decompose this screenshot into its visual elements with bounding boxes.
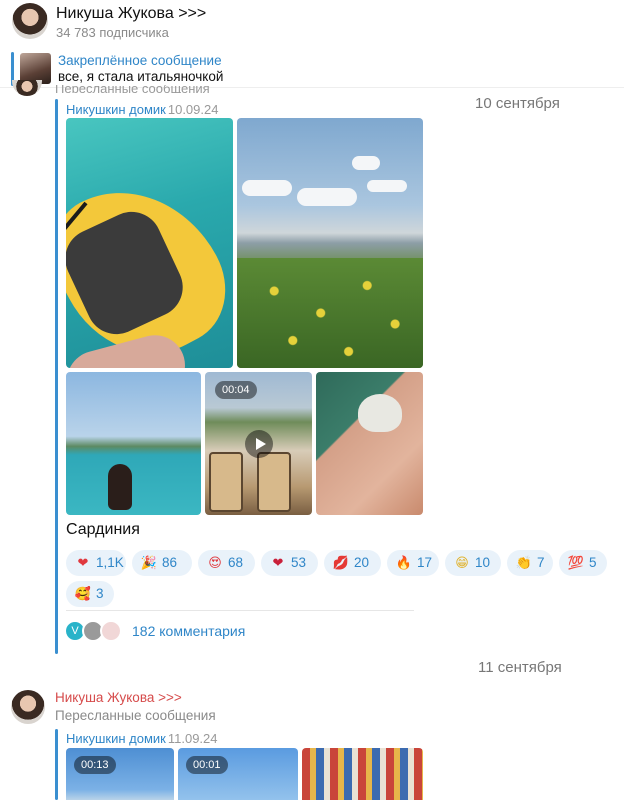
photo-beach[interactable] [66,372,201,515]
comments-link[interactable]: 182 комментария [132,623,245,639]
date-separator: 11 сентября [478,659,562,676]
cloud [297,188,357,206]
reaction-fire[interactable]: 🔥 17 [387,550,439,576]
reaction-heart-eyes[interactable]: 😍 68 [198,550,255,576]
forwarded-from[interactable]: Никушкин домик 11.09.24 [66,731,218,746]
pinned-message-bar[interactable]: Закреплённое сообщение все, я стала итал… [0,48,624,88]
bag [358,394,402,432]
reaction-count: 3 [96,586,104,601]
forward-quote-bar [55,99,58,654]
chair [257,452,291,512]
heart-icon: ❤ [77,556,89,571]
reaction-count: 7 [537,555,545,570]
video-thumbnail[interactable]: 00:13 [66,748,174,800]
reaction-party[interactable]: 🎉 86 [132,550,192,576]
hundred-points-icon: 💯 [567,556,585,571]
video-duration-badge: 00:13 [74,756,116,774]
reaction-count: 53 [291,555,307,570]
reaction-grin[interactable]: 😁 10 [445,550,501,576]
clapping-hands-icon: 👏 [515,556,533,571]
sender-avatar[interactable] [11,690,45,724]
video-cafe[interactable]: 00:04 [205,372,312,515]
subscriber-count: 34 783 подписчика [56,25,169,40]
flower-bushes [237,258,423,368]
forwarded-channel-name[interactable]: Никушкин домик [66,102,166,117]
reaction-count: 10 [475,555,491,570]
fire-icon: 🔥 [395,556,413,571]
chat-header[interactable]: Никуша Жукова >>> 34 783 подписчика [0,0,624,44]
play-icon[interactable] [245,430,273,458]
video-duration-badge: 00:04 [215,381,257,399]
kiss-mark-icon: 💋 [332,556,350,571]
smiling-face-hearts-icon: 🥰 [74,587,92,602]
cloud [352,156,380,170]
pinned-text: все, я стала итальяночкой [58,69,224,84]
reaction-count: 20 [354,555,370,570]
reaction-count: 86 [162,555,178,570]
photo-towel[interactable] [316,372,423,515]
reaction-kiss[interactable]: 💋 20 [324,550,381,576]
photo-paddleboard[interactable] [66,118,233,368]
photo-marina[interactable] [237,118,423,368]
post-caption: Сардиния [66,521,140,538]
forwarded-date: 10.09.24 [167,102,219,117]
cloud [242,180,292,196]
reaction-smiling-hearts[interactable]: 🥰 3 [66,581,114,607]
reaction-heart-fire[interactable]: ❤ 53 [261,550,318,576]
chair [209,452,243,512]
reaction-count: 1,1K [96,555,124,570]
reaction-hundred[interactable]: 💯 5 [559,550,607,576]
commenter-avatar [100,620,122,642]
date-separator: 10 сентября [475,95,560,112]
reaction-clap[interactable]: 👏 7 [507,550,553,576]
channel-title[interactable]: Никуша Жукова >>> [56,5,206,23]
cloud [367,180,407,192]
comments-divider [66,610,414,611]
video-duration-badge: 00:01 [186,756,228,774]
sender-avatar-partial[interactable] [12,80,42,96]
video-thumbnail[interactable]: 00:01 [178,748,298,800]
heart-eyes-icon: 😍 [208,556,222,571]
channel-avatar[interactable] [12,3,48,39]
grinning-face-icon: 😁 [455,556,469,571]
forwarded-from[interactable]: Никушкин домик 10.09.24 [66,102,218,117]
forwarded-channel-name[interactable]: Никушкин домик [66,731,166,746]
sender-name[interactable]: Никуша Жукова >>> [55,690,182,705]
photo-thumbnail[interactable] [302,748,423,800]
forward-quote-bar [55,729,58,800]
reaction-count: 68 [228,555,244,570]
forwarded-label: Пересланные сообщения [55,708,216,723]
party-popper-icon: 🎉 [140,556,158,571]
heart-on-fire-icon: ❤ [272,556,284,571]
reaction-count: 17 [417,555,433,570]
reaction-heart[interactable]: ❤ 1,1K [66,550,126,576]
person [108,464,132,510]
reaction-count: 5 [589,555,597,570]
forwarded-date: 11.09.24 [167,731,218,746]
pinned-title: Закреплённое сообщение [58,53,222,68]
forwarded-label-cut: Пересланные сообщения [55,85,210,93]
